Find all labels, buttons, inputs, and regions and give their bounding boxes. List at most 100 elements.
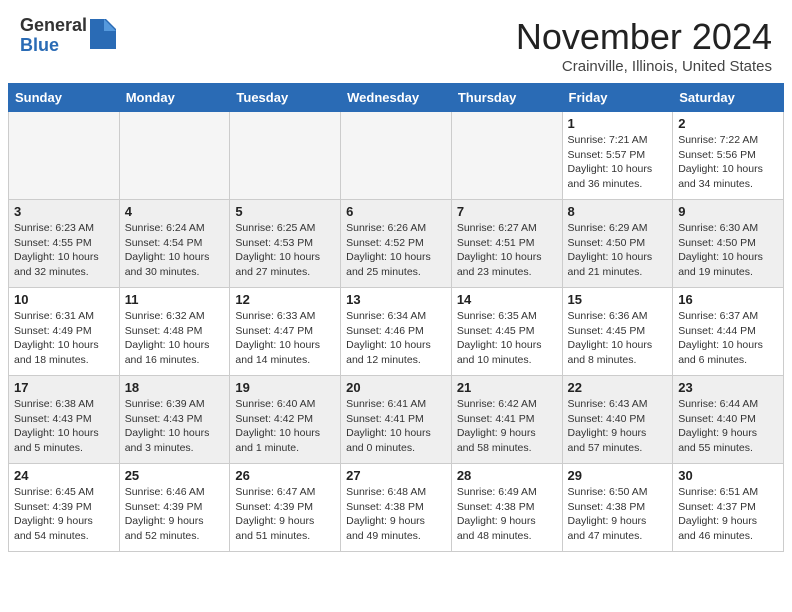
calendar-day-cell: 5 Sunrise: 6:25 AM Sunset: 4:53 PM Daylig… [230,200,341,288]
calendar-day-cell: 29 Sunrise: 6:50 AM Sunset: 4:38 PM Dayli… [562,464,673,552]
day-number: 23 [678,380,778,395]
calendar-day-cell: 16 Sunrise: 6:37 AM Sunset: 4:44 PM Dayli… [673,288,784,376]
calendar-day-cell: 15Sunrise: 6:36 AM Sunset: 4:45 PM Dayli… [562,288,673,376]
day-info: Sunrise: 6:29 AM Sunset: 4:50 PM Dayligh… [568,221,668,280]
calendar-day-cell: 24Sunrise: 6:45 AM Sunset: 4:39 PM Dayli… [9,464,120,552]
location: Crainville, Illinois, United States [516,58,772,75]
day-info: Sunrise: 6:50 AM Sunset: 4:38 PM Dayligh… [568,485,668,544]
day-info: Sunrise: 6:38 AM Sunset: 4:43 PM Dayligh… [14,397,114,456]
calendar-week-row: 10 Sunrise: 6:31 AM Sunset: 4:49 PM Dayli… [9,288,784,376]
calendar-day-cell: 11 Sunrise: 6:32 AM Sunset: 4:48 PM Dayli… [119,288,230,376]
calendar-day-cell: 30 Sunrise: 6:51 AM Sunset: 4:37 PM Dayli… [673,464,784,552]
day-info: Sunrise: 6:44 AM Sunset: 4:40 PM Dayligh… [678,397,778,456]
calendar-day-cell [230,112,341,200]
day-number: 15 [568,292,668,307]
calendar-day-cell: 7 Sunrise: 6:27 AM Sunset: 4:51 PM Daylig… [451,200,562,288]
day-info: Sunrise: 6:25 AM Sunset: 4:53 PM Dayligh… [235,221,335,280]
calendar-day-cell: 21 Sunrise: 6:42 AM Sunset: 4:41 PM Dayli… [451,376,562,464]
day-number: 7 [457,204,557,219]
day-number: 17 [14,380,114,395]
calendar-day-cell: 28Sunrise: 6:49 AM Sunset: 4:38 PM Dayli… [451,464,562,552]
day-number: 26 [235,468,335,483]
calendar-day-cell: 22Sunrise: 6:43 AM Sunset: 4:40 PM Dayli… [562,376,673,464]
day-number: 4 [125,204,225,219]
calendar-day-cell: 10 Sunrise: 6:31 AM Sunset: 4:49 PM Dayli… [9,288,120,376]
day-info: Sunrise: 6:42 AM Sunset: 4:41 PM Dayligh… [457,397,557,456]
day-number: 25 [125,468,225,483]
calendar-day-cell: 8 Sunrise: 6:29 AM Sunset: 4:50 PM Daylig… [562,200,673,288]
day-number: 12 [235,292,335,307]
day-number: 21 [457,380,557,395]
calendar-day-cell: 25 Sunrise: 6:46 AM Sunset: 4:39 PM Dayli… [119,464,230,552]
day-info: Sunrise: 6:51 AM Sunset: 4:37 PM Dayligh… [678,485,778,544]
title-block: November 2024 Crainville, Illinois, Unit… [516,16,772,75]
day-info: Sunrise: 6:32 AM Sunset: 4:48 PM Dayligh… [125,309,225,368]
day-info: Sunrise: 6:37 AM Sunset: 4:44 PM Dayligh… [678,309,778,368]
day-header-monday: Monday [119,84,230,112]
day-info: Sunrise: 6:46 AM Sunset: 4:39 PM Dayligh… [125,485,225,544]
day-number: 2 [678,116,778,131]
calendar-day-cell [451,112,562,200]
day-header-wednesday: Wednesday [341,84,452,112]
day-number: 9 [678,204,778,219]
calendar-day-cell: 23 Sunrise: 6:44 AM Sunset: 4:40 PM Dayli… [673,376,784,464]
day-info: Sunrise: 6:48 AM Sunset: 4:38 PM Dayligh… [346,485,446,544]
calendar-day-cell: 13 Sunrise: 6:34 AM Sunset: 4:46 PM Dayli… [341,288,452,376]
calendar-day-cell: 4Sunrise: 6:24 AM Sunset: 4:54 PM Daylig… [119,200,230,288]
day-number: 29 [568,468,668,483]
day-info: Sunrise: 6:27 AM Sunset: 4:51 PM Dayligh… [457,221,557,280]
day-number: 10 [14,292,114,307]
calendar-day-cell: 3Sunrise: 6:23 AM Sunset: 4:55 PM Daylig… [9,200,120,288]
day-info: Sunrise: 6:23 AM Sunset: 4:55 PM Dayligh… [14,221,114,280]
logo-icon [90,19,116,49]
header: General Blue November 2024 Crainville, I… [0,0,792,83]
calendar-day-cell: 6Sunrise: 6:26 AM Sunset: 4:52 PM Daylig… [341,200,452,288]
calendar-day-cell: 2 Sunrise: 7:22 AM Sunset: 5:56 PM Daylig… [673,112,784,200]
day-info: Sunrise: 6:49 AM Sunset: 4:38 PM Dayligh… [457,485,557,544]
logo: General Blue [20,16,116,56]
day-info: Sunrise: 6:26 AM Sunset: 4:52 PM Dayligh… [346,221,446,280]
logo-blue: Blue [20,36,87,56]
day-header-thursday: Thursday [451,84,562,112]
day-number: 8 [568,204,668,219]
day-number: 11 [125,292,225,307]
day-number: 1 [568,116,668,131]
calendar-day-cell: 20Sunrise: 6:41 AM Sunset: 4:41 PM Dayli… [341,376,452,464]
calendar-day-cell: 26 Sunrise: 6:47 AM Sunset: 4:39 PM Dayli… [230,464,341,552]
day-number: 16 [678,292,778,307]
day-info: Sunrise: 6:41 AM Sunset: 4:41 PM Dayligh… [346,397,446,456]
calendar-day-cell: 12 Sunrise: 6:33 AM Sunset: 4:47 PM Dayli… [230,288,341,376]
day-info: Sunrise: 7:22 AM Sunset: 5:56 PM Dayligh… [678,133,778,192]
day-info: Sunrise: 6:47 AM Sunset: 4:39 PM Dayligh… [235,485,335,544]
calendar-day-cell [341,112,452,200]
logo-general: General [20,16,87,36]
calendar-week-row: 1 Sunrise: 7:21 AM Sunset: 5:57 PM Daylig… [9,112,784,200]
calendar-day-cell: 19 Sunrise: 6:40 AM Sunset: 4:42 PM Dayli… [230,376,341,464]
day-number: 18 [125,380,225,395]
calendar-week-row: 17 Sunrise: 6:38 AM Sunset: 4:43 PM Dayli… [9,376,784,464]
day-info: Sunrise: 6:40 AM Sunset: 4:42 PM Dayligh… [235,397,335,456]
day-info: Sunrise: 6:39 AM Sunset: 4:43 PM Dayligh… [125,397,225,456]
day-info: Sunrise: 6:31 AM Sunset: 4:49 PM Dayligh… [14,309,114,368]
month-title: November 2024 [516,16,772,58]
day-number: 13 [346,292,446,307]
calendar-day-cell [9,112,120,200]
day-number: 19 [235,380,335,395]
day-header-tuesday: Tuesday [230,84,341,112]
calendar-day-cell: 1 Sunrise: 7:21 AM Sunset: 5:57 PM Daylig… [562,112,673,200]
calendar-wrapper: SundayMondayTuesdayWednesdayThursdayFrid… [0,83,792,560]
day-info: Sunrise: 6:33 AM Sunset: 4:47 PM Dayligh… [235,309,335,368]
day-info: Sunrise: 6:35 AM Sunset: 4:45 PM Dayligh… [457,309,557,368]
day-number: 5 [235,204,335,219]
day-info: Sunrise: 7:21 AM Sunset: 5:57 PM Dayligh… [568,133,668,192]
calendar-week-row: 24Sunrise: 6:45 AM Sunset: 4:39 PM Dayli… [9,464,784,552]
day-info: Sunrise: 6:43 AM Sunset: 4:40 PM Dayligh… [568,397,668,456]
calendar-day-cell: 9Sunrise: 6:30 AM Sunset: 4:50 PM Daylig… [673,200,784,288]
day-number: 30 [678,468,778,483]
calendar-day-cell: 27Sunrise: 6:48 AM Sunset: 4:38 PM Dayli… [341,464,452,552]
calendar-day-cell [119,112,230,200]
day-number: 24 [14,468,114,483]
day-header-sunday: Sunday [9,84,120,112]
day-number: 14 [457,292,557,307]
day-info: Sunrise: 6:34 AM Sunset: 4:46 PM Dayligh… [346,309,446,368]
